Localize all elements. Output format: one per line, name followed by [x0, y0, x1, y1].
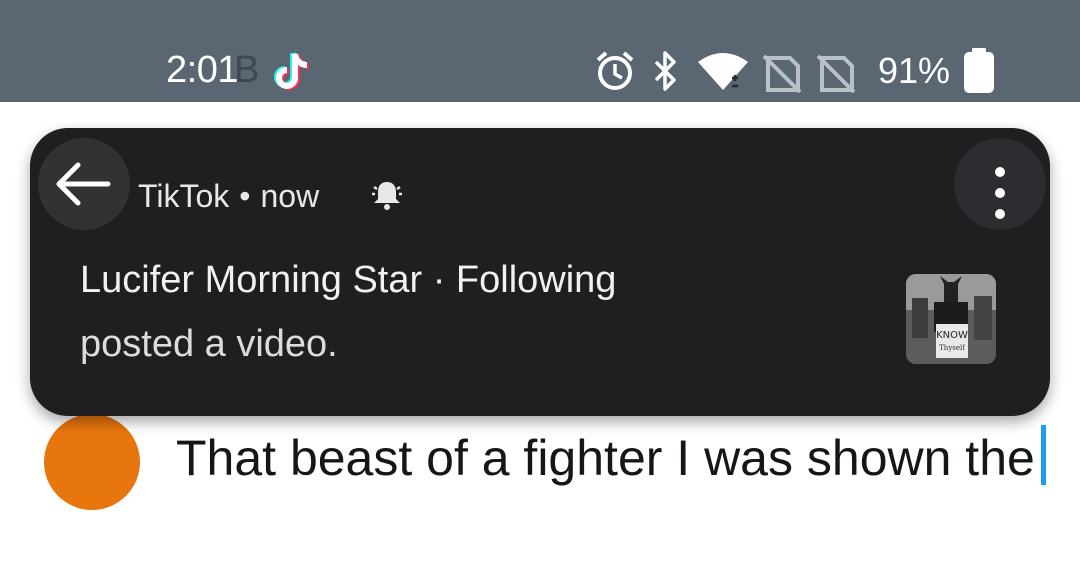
- status-bar: 2:01 B 91%: [0, 0, 1080, 102]
- app-name: TikTok: [138, 178, 230, 214]
- battery-percent: 91%: [878, 50, 951, 91]
- thumbnail-sign-text-2: Thyself: [939, 344, 966, 352]
- no-sim-icon: [762, 54, 802, 94]
- collapse-button[interactable]: [38, 138, 130, 230]
- compose-text: That beast of a fighter I was shown the: [176, 430, 1035, 486]
- video-thumbnail-image: KNOW Thyself: [906, 274, 996, 364]
- back-arrow-icon: [56, 162, 111, 206]
- thumbnail-sign-text: KNOW: [936, 330, 968, 341]
- text-caret: [1040, 425, 1046, 485]
- bluetooth-icon: [654, 51, 676, 91]
- battery-icon: [964, 48, 994, 93]
- status-time: 2:01: [166, 49, 238, 91]
- more-options-button[interactable]: [954, 138, 1046, 230]
- tiktok-icon: [274, 52, 310, 90]
- video-thumbnail[interactable]: KNOW Thyself: [906, 274, 996, 364]
- status-time-ghost: B: [234, 49, 260, 91]
- notification-body: posted a video.: [80, 323, 338, 365]
- alarm-icon: [596, 51, 634, 90]
- avatar[interactable]: [44, 414, 140, 510]
- notification-header: TikTok • now: [138, 176, 319, 216]
- notification-time: now: [260, 178, 320, 214]
- tiktok-notification[interactable]: TikTok • now Lucifer Morning Star · Follow…: [30, 128, 1050, 416]
- header-separator: •: [239, 178, 251, 214]
- wifi-icon: [698, 53, 748, 90]
- notification-title: Lucifer Morning Star · Following: [80, 259, 617, 301]
- compose-text-input[interactable]: That beast of a fighter I was shown the: [176, 420, 1056, 496]
- bell-icon: [372, 182, 402, 210]
- no-sim-icon: [816, 54, 856, 94]
- more-vertical-icon: [995, 167, 1005, 219]
